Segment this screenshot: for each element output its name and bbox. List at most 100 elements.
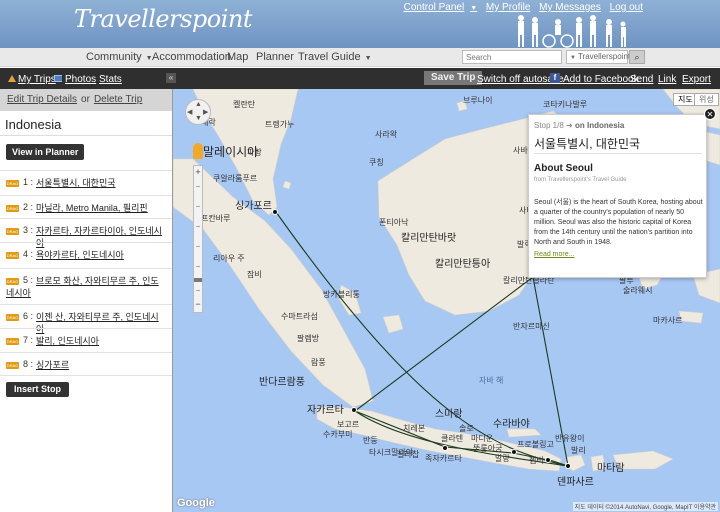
site-logo[interactable]: Travellerspoint	[74, 5, 252, 33]
list-item[interactable]: DRAG 5 : 브로모 화산, 자와티무르 주, 인도네시아	[0, 268, 172, 304]
control-panel-link[interactable]: Control Panel ▼	[398, 2, 478, 13]
map-label-sarawak: 사라왁	[375, 130, 398, 139]
map-attribution: 지도 데이터 ©2014 AutoNavi, Google, MapIT 이용약…	[572, 502, 718, 511]
stop-link[interactable]: 브로모 화산, 자와티무르 주, 인도네시아	[6, 275, 166, 299]
stop-marker-jakarta[interactable]	[351, 407, 357, 413]
map-label-palembang: 팔렘방	[297, 334, 320, 343]
list-item[interactable]: DRAG 3 : 자카르타, 자카르타이아, 인도네시아	[0, 218, 172, 248]
save-trip-button[interactable]: Save Trip	[424, 71, 483, 85]
delete-trip-link[interactable]: Delete Trip	[94, 94, 142, 105]
stop-link[interactable]: 서울특별시, 대한민국	[36, 177, 166, 189]
map-label-bandung: 반둥	[363, 436, 378, 445]
zoom-tick	[196, 246, 200, 247]
list-item[interactable]: DRAG 7 : 발리, 인도네시아	[0, 328, 172, 352]
zoom-in-icon[interactable]: +	[194, 167, 202, 177]
stop-marker-yogyakarta[interactable]	[442, 445, 448, 451]
stop-marker-bali[interactable]	[565, 463, 571, 469]
trip-map[interactable]: 말레이시아 싱가포르 자카르타 쿠알라룸푸르 켈란탄 트렝가누 파항 페락 프칸…	[173, 89, 720, 512]
my-trips-link[interactable]: My Trips	[18, 74, 56, 85]
search-icon: ⌕	[634, 52, 640, 62]
send-link[interactable]: Send	[630, 74, 653, 85]
stop-link[interactable]: 마닐라, Metro Manila, 필리핀	[36, 202, 166, 214]
link-link[interactable]: Link	[658, 74, 676, 85]
map-label-bandar-lampung: 반다르람풍	[259, 377, 305, 388]
drag-handle[interactable]: DRAG	[6, 338, 19, 345]
map-label-cilacap: 칠라찹	[397, 450, 420, 459]
map-label-lampung: 람풍	[311, 358, 326, 367]
my-messages-link[interactable]: My Messages	[539, 2, 601, 13]
pan-control-icon[interactable]: ▲ ◀ ▶ ▼	[185, 99, 211, 125]
zoom-thumb[interactable]	[194, 278, 202, 282]
collapse-sidebar-button[interactable]: «	[166, 73, 176, 83]
nav-community[interactable]: Community ▼	[86, 51, 153, 63]
map-label-sukabumi: 수카부미	[323, 430, 353, 439]
map-label-madiun: 마디운	[471, 434, 494, 443]
drag-handle[interactable]: DRAG	[6, 362, 19, 369]
stop-link[interactable]: 싱가포르	[36, 359, 166, 371]
list-item[interactable]: DRAG 1 : 서울특별시, 대한민국	[0, 170, 172, 195]
search-button[interactable]: ⌕	[629, 50, 645, 64]
photos-icon	[54, 75, 62, 82]
search-input[interactable]	[462, 50, 562, 64]
drag-handle[interactable]: DRAG	[6, 252, 19, 259]
list-item[interactable]: DRAG 6 : 이젠 산, 자와티무르 주, 인도네시아	[0, 304, 172, 334]
drag-handle[interactable]: DRAG	[6, 180, 19, 187]
stop-count: Stop 1/8	[534, 121, 564, 130]
map-label-jember: 젬버	[529, 456, 544, 465]
divider	[534, 153, 702, 154]
map-label-bangka: 방카블리퉁	[323, 290, 360, 299]
drag-handle[interactable]: DRAG	[6, 205, 19, 212]
stop-marker-ijen[interactable]	[545, 457, 551, 463]
site-header: Travellerspoint Control Panel ▼ My Profil…	[0, 0, 720, 48]
nav-travel-guide[interactable]: Travel Guide ▼	[298, 51, 372, 63]
map-label-pontianak: 폰티아낙	[379, 218, 409, 227]
list-item[interactable]: DRAG 2 : 마닐라, Metro Manila, 필리핀	[0, 195, 172, 218]
list-item[interactable]: DRAG 8 : 싱가포르	[0, 352, 172, 376]
stop-marker-singapore[interactable]	[272, 209, 278, 215]
nav-accommodation[interactable]: Accommodation	[152, 51, 231, 63]
map-label-mataram: 마타람	[597, 463, 625, 474]
search-scope-select[interactable]: ▼ Travellerspoint	[566, 50, 631, 64]
trip-edit-bar: Edit Trip Details or Delete Trip	[0, 89, 172, 111]
facebook-icon: f	[550, 73, 560, 83]
about-heading: About Seoul	[534, 163, 593, 174]
export-link[interactable]: Export	[682, 74, 711, 85]
photos-link[interactable]: Photos	[65, 74, 96, 85]
map-label-kalimantan-tengah: 칼리만탄틍아	[435, 259, 491, 270]
satellite-type-button[interactable]: 위성	[694, 93, 719, 106]
add-to-facebook-link[interactable]: Add to Facebook	[563, 74, 639, 85]
city-description: Seoul (서울) is the heart of South Korea, …	[534, 199, 703, 246]
list-item[interactable]: DRAG 4 : 욕야카르타, 인도네시아	[0, 242, 172, 268]
pegman-icon[interactable]	[193, 143, 203, 159]
nav-map[interactable]: Map	[227, 51, 248, 63]
logout-link[interactable]: Log out	[610, 2, 643, 13]
zoom-out-icon[interactable]: −	[194, 299, 202, 309]
drag-handle[interactable]: DRAG	[6, 228, 19, 235]
search-scope-value: Travellerspoint	[577, 52, 631, 61]
stop-number: 7 :	[23, 335, 34, 345]
drag-handle[interactable]: DRAG	[6, 314, 19, 321]
stats-link[interactable]: Stats	[99, 74, 122, 85]
stop-link[interactable]: 욕야카르타, 인도네시아	[36, 249, 166, 261]
trip-title: Indonesia	[5, 117, 62, 132]
map-label-surabaya: 수라바야	[493, 419, 530, 430]
map-label-probolinggo: 프로볼링고	[517, 440, 554, 449]
map-label-kuching: 쿠칭	[369, 158, 384, 167]
stop-link[interactable]: 발리, 인도네시아	[36, 335, 166, 347]
my-profile-link[interactable]: My Profile	[486, 2, 530, 13]
map-label-kalimantan-barat: 칼리만탄바랏	[401, 233, 457, 244]
edit-trip-link[interactable]: Edit Trip Details	[7, 94, 77, 105]
map-label-riau: 리아우 주	[213, 254, 245, 263]
map-label-jambi: 잠비	[247, 270, 262, 279]
view-in-planner-button[interactable]: View in Planner	[6, 144, 85, 160]
account-links: Control Panel ▼ My Profile My Messages Lo…	[392, 2, 643, 13]
arrow-icon: ➜	[566, 121, 573, 130]
insert-stop-button[interactable]: Insert Stop	[6, 382, 70, 397]
nav-planner[interactable]: Planner	[256, 51, 294, 63]
read-more-link[interactable]: Read more...	[534, 251, 574, 258]
stop-number: 6 :	[23, 311, 34, 321]
close-icon[interactable]: ✕	[704, 108, 716, 120]
map-label-denpasar: 덴파사르	[557, 477, 594, 488]
zoom-slider[interactable]: + −	[193, 165, 203, 313]
google-logo: Google	[177, 497, 215, 509]
